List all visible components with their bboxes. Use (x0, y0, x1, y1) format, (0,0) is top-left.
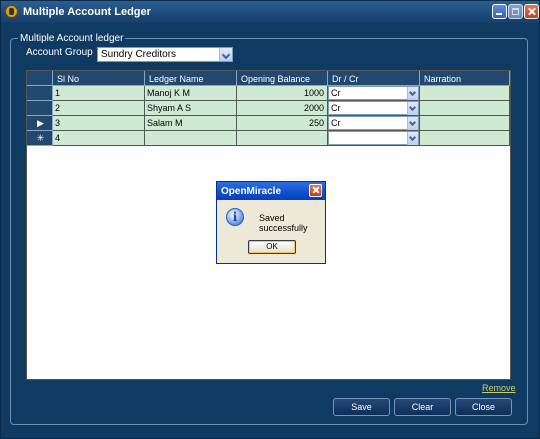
dr-cr-value: Cr (331, 103, 341, 113)
column-header-narration[interactable]: Narration (420, 71, 510, 86)
cell-narration[interactable] (420, 86, 510, 101)
save-button[interactable]: Save (333, 398, 390, 416)
close-button[interactable]: Close (455, 398, 512, 416)
cell-sl-no[interactable]: 4 (53, 131, 145, 146)
cell-opening-balance[interactable]: 1000 (237, 86, 328, 101)
cell-ledger-name[interactable]: Salam M (145, 116, 237, 131)
cell-dr-cr[interactable]: Cr (328, 86, 420, 101)
app-icon (5, 5, 18, 18)
account-group-label: Account Group (26, 47, 93, 58)
chevron-down-icon[interactable] (407, 117, 418, 130)
cell-ledger-name[interactable]: Shyam A S (145, 101, 237, 116)
info-icon: i (226, 208, 244, 226)
ok-button[interactable]: OK (248, 240, 296, 254)
column-header-ledger-name[interactable]: Ledger Name (145, 71, 237, 86)
close-window-button[interactable] (524, 4, 539, 19)
chevron-down-icon[interactable] (407, 132, 418, 145)
dr-cr-value: Cr (331, 118, 341, 128)
row-indicator[interactable] (27, 101, 53, 116)
cell-dr-cr[interactable]: Cr (328, 101, 420, 116)
row-indicator[interactable]: ✳ (27, 131, 53, 146)
column-header-opening-balance[interactable]: Opening Balance (237, 71, 328, 86)
dialog-title-bar[interactable]: OpenMiracle (217, 182, 325, 200)
cell-narration[interactable] (420, 131, 510, 146)
cell-ledger-name[interactable]: Manoj K M (145, 86, 237, 101)
cell-narration[interactable] (420, 116, 510, 131)
column-header-dr-cr[interactable]: Dr / Cr (328, 71, 420, 86)
dialog-message: Saved successfully (259, 213, 308, 233)
row-indicator[interactable]: ▶ (27, 116, 53, 131)
window-title: Multiple Account Ledger (23, 6, 151, 18)
clear-button[interactable]: Clear (394, 398, 451, 416)
dialog-title: OpenMiracle (221, 186, 282, 197)
cell-sl-no[interactable]: 1 (53, 86, 145, 101)
title-bar[interactable]: Multiple Account Ledger (1, 1, 539, 23)
cell-sl-no[interactable]: 2 (53, 101, 145, 116)
cell-opening-balance[interactable]: 2000 (237, 101, 328, 116)
dr-cr-select[interactable] (328, 131, 419, 145)
dr-cr-value: Cr (331, 88, 341, 98)
chevron-down-icon[interactable] (219, 48, 232, 61)
column-header-sl-no[interactable]: Sl No (53, 71, 145, 86)
dr-cr-select[interactable]: Cr (328, 101, 419, 115)
dr-cr-select[interactable]: Cr (328, 116, 419, 130)
row-header-corner (27, 71, 53, 86)
minimize-button[interactable] (492, 4, 507, 19)
cell-sl-no[interactable]: 3 (53, 116, 145, 131)
dialog-close-button[interactable] (309, 184, 322, 197)
groupbox-legend: Multiple Account ledger (18, 33, 126, 44)
cell-ledger-name[interactable] (145, 131, 237, 146)
chevron-down-icon[interactable] (407, 102, 418, 115)
cell-dr-cr[interactable] (328, 131, 420, 146)
cell-narration[interactable] (420, 101, 510, 116)
cell-dr-cr[interactable]: Cr (328, 116, 420, 131)
chevron-down-icon[interactable] (407, 87, 418, 100)
maximize-button[interactable] (508, 4, 523, 19)
dr-cr-select[interactable]: Cr (328, 86, 419, 100)
message-dialog: OpenMiracle i Saved successfully OK (216, 181, 326, 264)
remove-link[interactable]: Remove (482, 383, 516, 393)
account-group-select[interactable]: Sundry Creditors (97, 47, 233, 62)
cell-opening-balance[interactable]: 250 (237, 116, 328, 131)
account-group-value: Sundry Creditors (101, 49, 177, 60)
row-indicator[interactable] (27, 86, 53, 101)
cell-opening-balance[interactable] (237, 131, 328, 146)
